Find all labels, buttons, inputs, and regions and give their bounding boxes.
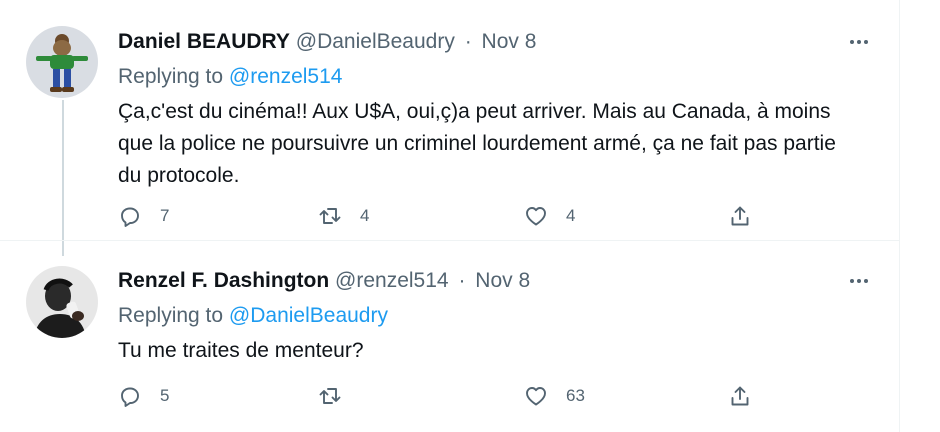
avatar[interactable] xyxy=(26,26,98,98)
tweet-1[interactable]: Daniel BEAUDRY @DanielBeaudry · Nov 8 Re… xyxy=(0,0,899,240)
tweet-actions: 5 63 xyxy=(118,381,768,411)
like-count: 63 xyxy=(566,386,585,405)
more-options-button[interactable] xyxy=(843,32,875,52)
heart-icon xyxy=(526,387,546,406)
replying-to-label: Replying to xyxy=(118,304,224,327)
tweet-2[interactable]: Renzel F. Dashington @renzel514 · Nov 8 … xyxy=(0,241,899,432)
retweet-button[interactable]: 4 xyxy=(318,201,369,231)
tweet-content: Renzel F. Dashington @renzel514 · Nov 8 … xyxy=(118,267,858,367)
reply-icon xyxy=(121,207,139,227)
author-name[interactable]: Daniel BEAUDRY xyxy=(118,30,290,53)
tweet-actions: 7 4 4 xyxy=(118,201,768,231)
cartoon-character-avatar-icon xyxy=(26,26,98,98)
reply-icon xyxy=(121,387,139,407)
tweet-header: Renzel F. Dashington @renzel514 · Nov 8 xyxy=(118,267,858,295)
tweet-date[interactable]: Nov 8 xyxy=(475,269,530,292)
tweet-text: Ça,c'est du cinéma!! Aux U$A, oui,ç)a pe… xyxy=(118,100,836,187)
reply-button[interactable]: 7 xyxy=(118,201,169,231)
like-button[interactable]: 63 xyxy=(524,381,585,411)
share-button[interactable] xyxy=(728,201,752,231)
retweet-icon xyxy=(319,208,341,224)
replying-to-line: Replying to @DanielBeaudry xyxy=(118,303,858,329)
author-handle[interactable]: @DanielBeaudry xyxy=(296,30,455,53)
separator-dot: · xyxy=(464,30,472,53)
person-photo-avatar-icon xyxy=(26,266,98,338)
avatar[interactable] xyxy=(26,266,98,338)
retweet-button[interactable] xyxy=(318,381,360,411)
more-options-button[interactable] xyxy=(843,271,875,291)
replying-to-mention[interactable]: @renzel514 xyxy=(229,65,343,88)
more-dots-icon xyxy=(850,279,854,283)
timeline-border xyxy=(899,0,900,432)
more-dots-icon xyxy=(850,40,854,44)
tweet-text: Tu me traites de menteur? xyxy=(118,339,364,362)
separator-dot: · xyxy=(458,269,466,292)
tweet-header: Daniel BEAUDRY @DanielBeaudry · Nov 8 xyxy=(118,28,858,56)
retweet-icon xyxy=(319,388,341,404)
share-icon xyxy=(731,386,749,406)
heart-icon xyxy=(526,207,546,226)
retweet-count: 4 xyxy=(360,206,370,225)
tweet-thread: Daniel BEAUDRY @DanielBeaudry · Nov 8 Re… xyxy=(0,0,940,432)
like-count: 4 xyxy=(566,206,576,225)
reply-count: 5 xyxy=(160,386,170,405)
tweet-content: Daniel BEAUDRY @DanielBeaudry · Nov 8 Re… xyxy=(118,28,858,192)
author-handle[interactable]: @renzel514 xyxy=(335,269,449,292)
reply-count: 7 xyxy=(160,206,170,225)
replying-to-mention[interactable]: @DanielBeaudry xyxy=(229,304,388,327)
reply-button[interactable]: 5 xyxy=(118,381,169,411)
tweet-date[interactable]: Nov 8 xyxy=(482,30,537,53)
share-button[interactable] xyxy=(728,381,752,411)
replying-to-line: Replying to @renzel514 xyxy=(118,64,858,90)
author-name[interactable]: Renzel F. Dashington xyxy=(118,269,329,292)
like-button[interactable]: 4 xyxy=(524,201,575,231)
share-icon xyxy=(731,206,749,226)
replying-to-label: Replying to xyxy=(118,65,224,88)
